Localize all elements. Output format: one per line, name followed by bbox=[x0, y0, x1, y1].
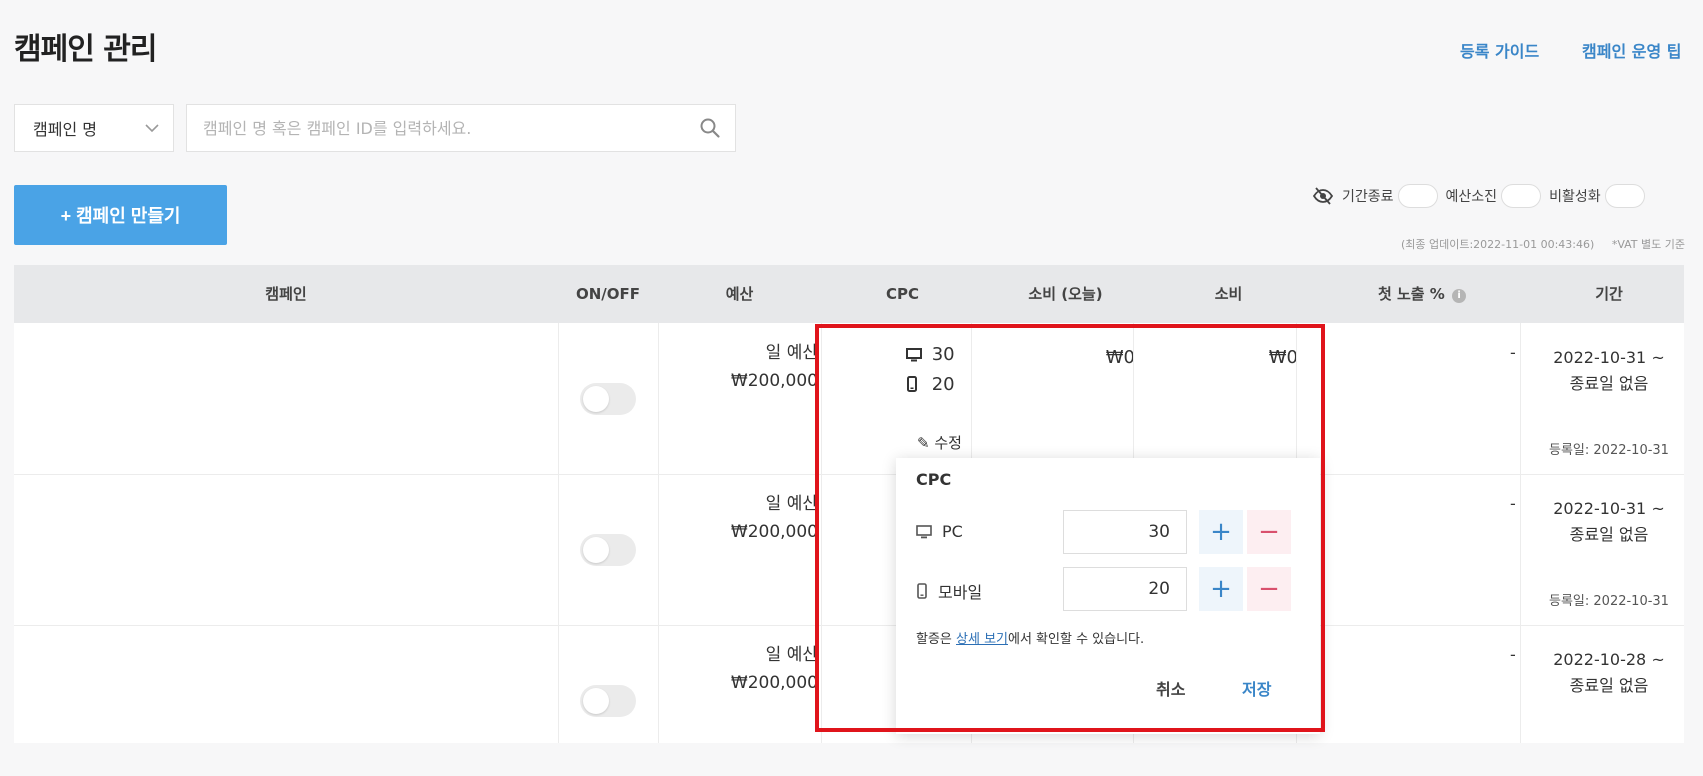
budget-label: 일 예산 bbox=[765, 645, 818, 665]
filter-label-inactive: 비활성화 bbox=[1549, 189, 1601, 205]
create-campaign-button[interactable]: + 캠페인 만들기 bbox=[14, 185, 227, 245]
period-cell: 2022-10-28 ~ 종료일 없음 bbox=[1534, 647, 1684, 699]
budget-cell: 일 예산 ₩200,000 bbox=[670, 339, 818, 395]
search-input[interactable] bbox=[187, 105, 699, 151]
period-end: 종료일 없음 bbox=[1569, 374, 1649, 393]
eye-off-icon bbox=[1312, 187, 1334, 205]
column-divider bbox=[558, 323, 559, 743]
registered-date: 등록일: 2022-10-31 bbox=[1549, 594, 1669, 609]
registration-guide-link[interactable]: 등록 가이드 bbox=[1460, 38, 1539, 62]
registered-date: 등록일: 2022-10-31 bbox=[1549, 443, 1669, 458]
filter-toggle-inactive[interactable] bbox=[1604, 184, 1645, 208]
filter-label-budget: 예산소진 bbox=[1445, 189, 1498, 205]
budget-cell: 일 예산 ₩200,000 bbox=[670, 641, 818, 697]
col-cpc: CPC bbox=[885, 285, 919, 303]
onoff-toggle[interactable] bbox=[580, 534, 636, 566]
table-header: 캠페인 ON/OFF 예산 CPC 소비 (오늘) 소비 첫 노출 % i 기간 bbox=[14, 265, 1684, 323]
first-exposure-value: - bbox=[1510, 343, 1516, 362]
col-budget: 예산 bbox=[725, 285, 754, 303]
col-onoff: ON/OFF bbox=[575, 285, 641, 303]
vat-note: *VAT 별도 기준 bbox=[1611, 238, 1685, 251]
filter-label-ended: 기간종료 bbox=[1342, 189, 1394, 205]
chevron-down-icon bbox=[145, 123, 159, 132]
col-first-exposure-label: 첫 노출 % bbox=[1377, 285, 1445, 303]
search-type-select[interactable]: 캠페인 명 bbox=[14, 104, 174, 152]
period-end: 종료일 없음 bbox=[1569, 676, 1649, 695]
period-cell: 2022-10-31 ~ 종료일 없음 bbox=[1534, 345, 1684, 397]
onoff-toggle[interactable] bbox=[580, 685, 636, 717]
budget-label: 일 예산 bbox=[765, 494, 818, 514]
column-divider bbox=[1520, 323, 1521, 743]
campaign-tips-link[interactable]: 캠페인 운영 팁 bbox=[1582, 38, 1681, 62]
update-note: (최종 업데이트:2022-11-01 00:43:46) *VAT 별도 기준 bbox=[1401, 236, 1685, 252]
search-icon[interactable] bbox=[699, 117, 721, 139]
onoff-toggle[interactable] bbox=[580, 383, 636, 415]
period-end: 종료일 없음 bbox=[1569, 525, 1649, 544]
budget-value: ₩200,000 bbox=[730, 522, 818, 542]
search-box bbox=[186, 104, 736, 152]
period-start: 2022-10-31 ~ bbox=[1553, 499, 1665, 518]
col-spend-today: 소비 (오늘) bbox=[1028, 285, 1103, 303]
filter-toggle-ended[interactable] bbox=[1397, 184, 1438, 208]
page-title: 캠페인 관리 bbox=[14, 32, 157, 67]
col-first-exposure: 첫 노출 % i bbox=[1310, 265, 1534, 323]
last-update-text: (최종 업데이트:2022-11-01 00:43:46) bbox=[1400, 238, 1595, 251]
column-divider bbox=[658, 323, 659, 743]
budget-cell: 일 예산 ₩200,000 bbox=[670, 490, 818, 546]
filter-toggle-budget[interactable] bbox=[1501, 184, 1542, 208]
col-period: 기간 bbox=[1595, 285, 1623, 303]
period-start: 2022-10-28 ~ bbox=[1553, 650, 1665, 669]
budget-label: 일 예산 bbox=[765, 343, 818, 363]
period-cell: 2022-10-31 ~ 종료일 없음 bbox=[1534, 496, 1684, 548]
first-exposure-value: - bbox=[1510, 645, 1516, 664]
budget-value: ₩200,000 bbox=[730, 371, 818, 391]
period-start: 2022-10-31 ~ bbox=[1553, 348, 1665, 367]
col-campaign: 캠페인 bbox=[265, 285, 307, 303]
search-type-value: 캠페인 명 bbox=[33, 120, 97, 139]
budget-value: ₩200,000 bbox=[730, 673, 818, 693]
col-spend: 소비 bbox=[1214, 285, 1243, 303]
first-exposure-value: - bbox=[1510, 494, 1516, 513]
info-icon[interactable]: i bbox=[1452, 289, 1467, 303]
highlight-box bbox=[815, 324, 1325, 732]
filter-bar: 기간종료 예산소진 비활성화 bbox=[1312, 184, 1645, 208]
